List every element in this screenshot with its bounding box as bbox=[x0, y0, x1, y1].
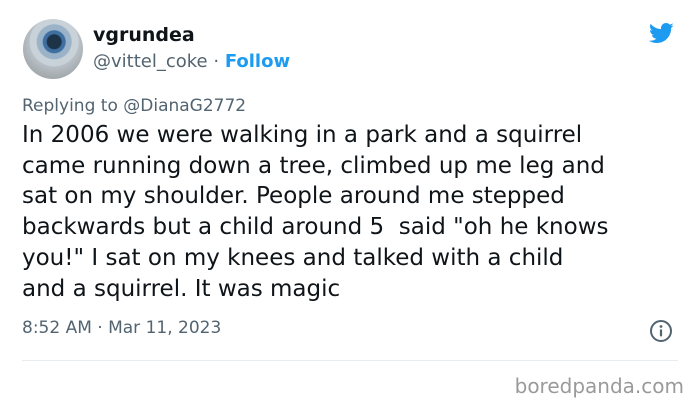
author-handle-row: @vittel_coke · Follow bbox=[93, 51, 290, 72]
tweet-timestamp[interactable]: 8:52 AM · Mar 11, 2023 bbox=[22, 318, 221, 338]
info-icon[interactable] bbox=[649, 319, 673, 343]
source-watermark: boredpanda.com bbox=[514, 374, 684, 398]
twitter-bird-icon[interactable] bbox=[646, 20, 676, 46]
follow-button[interactable]: Follow bbox=[225, 51, 290, 72]
divider bbox=[22, 360, 678, 361]
handle-separator: · bbox=[213, 51, 220, 72]
reply-mention-link[interactable]: @DianaG2772 bbox=[123, 96, 246, 116]
author-avatar[interactable] bbox=[23, 19, 83, 79]
replying-to: Replying to @DianaG2772 bbox=[22, 96, 246, 116]
tweet-text: In 2006 we were walking in a park and a … bbox=[22, 122, 609, 302]
author-handle[interactable]: @vittel_coke bbox=[93, 51, 208, 72]
replying-to-label: Replying to bbox=[22, 96, 124, 116]
author-display-name[interactable]: vgrundea bbox=[93, 24, 195, 46]
